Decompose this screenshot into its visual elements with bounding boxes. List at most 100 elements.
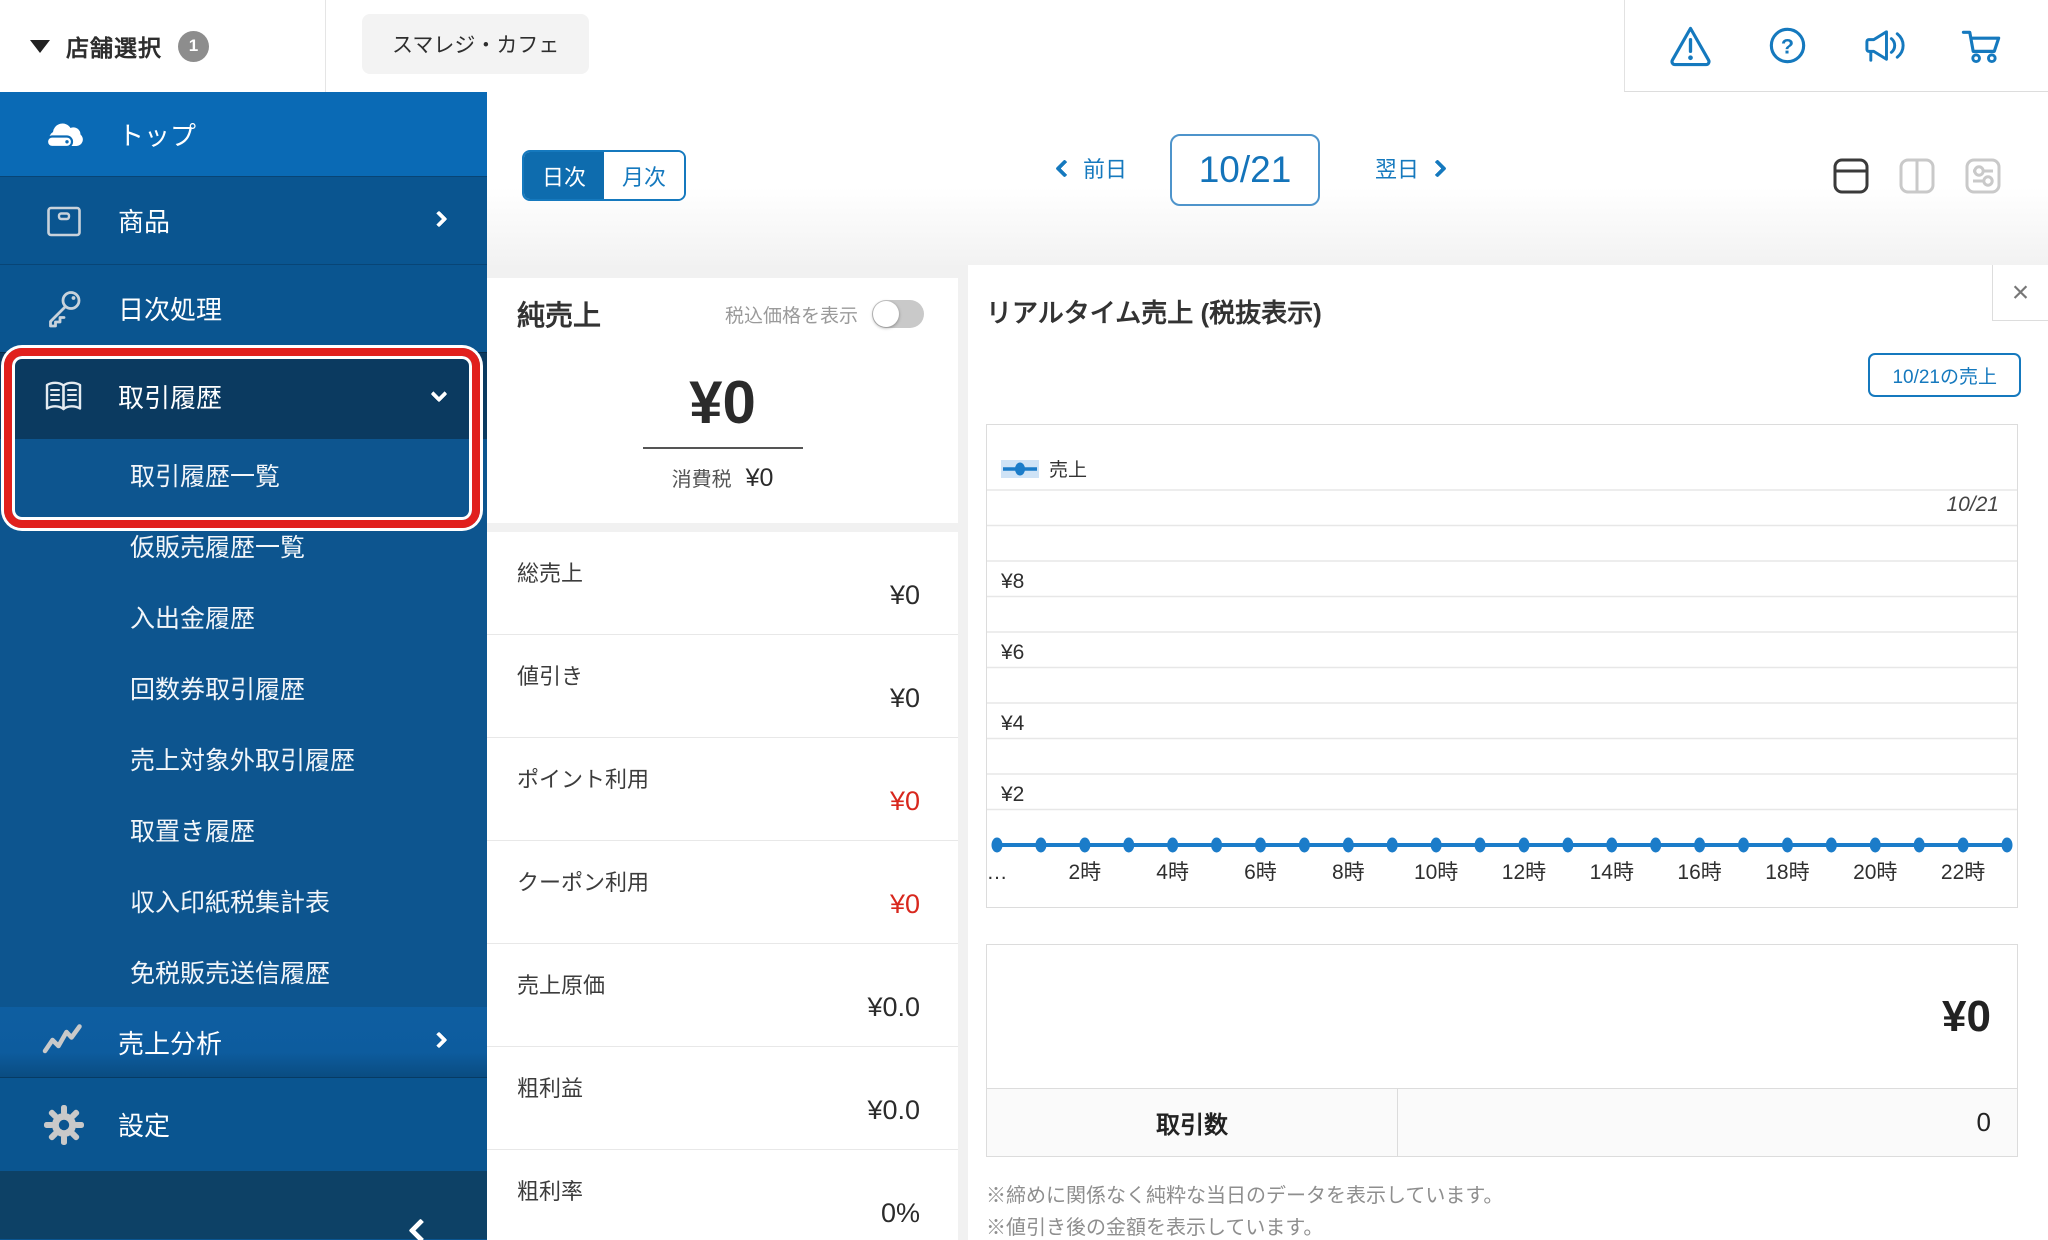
store-selector-label: 店舗選択 (66, 35, 162, 61)
sidebar-subitem-transaction-list[interactable]: 取引履歴一覧 (0, 439, 487, 510)
date-display[interactable]: 10/21 (1170, 134, 1320, 206)
day-sales-button[interactable]: 10/21の売上 (1868, 353, 2021, 397)
toggle-knob (873, 301, 899, 327)
stat-value: ¥0 (889, 580, 920, 610)
sidebar-subitem-layaway-history[interactable]: 取置き履歴 (0, 794, 487, 865)
chevron-right-icon (1428, 158, 1447, 178)
chart-plot-area: ¥8 ¥6 ¥4 ¥2 … 2時 4時 6時 8時 10時 12時 14時 16時 18時 20時 22時 (987, 489, 2017, 884)
chevron-down-icon (430, 385, 448, 403)
svg-text:8時: 8時 (1332, 861, 1365, 884)
sidebar-item-label: 売上分析 (118, 1028, 223, 1059)
store-selector[interactable]: 店舗選択 1 (30, 0, 209, 92)
layout-switcher (1832, 157, 2002, 195)
sidebar-subitem-stamp-tax-summary[interactable]: 収入印紙税集計表 (0, 865, 487, 936)
svg-text:16時: 16時 (1677, 861, 1721, 884)
chevron-right-icon (430, 1031, 448, 1049)
sidebar-subitem-provisional-sales-list[interactable]: 仮販売履歴一覧 (0, 510, 487, 581)
layout-settings-icon[interactable] (1964, 157, 2002, 195)
realtime-panel-title: リアルタイム売上 (税抜表示) (986, 298, 1322, 328)
svg-text:…: … (987, 861, 1008, 884)
tax-label: 消費税 (671, 469, 732, 491)
tax-display-toggle[interactable] (872, 300, 924, 328)
chevron-left-icon (1055, 158, 1074, 178)
next-day-label: 翌日 (1375, 157, 1420, 182)
footnotes: ※締めに関係なく純粋な当日のデータを表示しています。 ※値引き後の金額を表示して… (986, 1180, 1503, 1240)
app-screen: 店舗選択 1 スマレジ・カフェ ? トップ 商品 日次処理 取引履歴 取引履歴一… (0, 0, 2048, 1240)
sidebar-item-sales-analysis[interactable]: 売上分析 (0, 1007, 487, 1077)
stat-row-points-used: ポイント利用 ¥0 (487, 738, 958, 841)
tab-monthly[interactable]: 月次 (604, 152, 684, 199)
svg-text:¥8: ¥8 (1000, 570, 1024, 593)
svg-text:20時: 20時 (1853, 861, 1897, 884)
sidebar-collapse-bar[interactable] (0, 1171, 487, 1240)
net-sales-title: 純売上 (517, 300, 602, 331)
tax-value: ¥0 (745, 464, 774, 492)
sidebar-subitem-non-sales-transaction-history[interactable]: 売上対象外取引履歴 (0, 723, 487, 794)
announcement-icon[interactable] (1862, 22, 1909, 69)
realtime-sales-panel: × リアルタイム売上 (税抜表示) 10/21の売上 ¥8 ¥6 ¥4 ¥2 … 2時 4時… (968, 265, 2048, 1240)
subitem-label: 売上対象外取引履歴 (130, 746, 356, 775)
svg-text:¥6: ¥6 (1000, 641, 1024, 664)
sidebar-subitem-ticket-transaction-history[interactable]: 回数券取引履歴 (0, 652, 487, 723)
subitem-label: 入出金履歴 (130, 604, 256, 633)
sidebar-item-top[interactable]: トップ (0, 92, 487, 176)
tab-daily[interactable]: 日次 (524, 152, 604, 199)
cloud-icon (45, 123, 83, 149)
help-icon[interactable]: ? (1764, 22, 1811, 69)
svg-text:¥2: ¥2 (1000, 783, 1024, 806)
sidebar-item-settings[interactable]: 設定 (0, 1077, 487, 1171)
prev-day-button[interactable]: 前日 (1055, 152, 1127, 184)
next-day-button[interactable]: 翌日 (1375, 152, 1447, 184)
sidebar-item-label: 商品 (118, 207, 171, 237)
sidebar-item-transaction-history[interactable]: 取引履歴 (0, 352, 487, 439)
stat-value: ¥0 (889, 786, 920, 816)
svg-text:2時: 2時 (1068, 861, 1101, 884)
main-content: 日次 月次 前日 10/21 翌日 純売上 税込価格を表示 ¥0 消費税 ¥0 … (487, 92, 2048, 1240)
sidebar-subitem-tax-free-sales-history[interactable]: 免税販売送信履歴 (0, 936, 487, 1007)
stat-label: クーポン利用 (517, 870, 650, 895)
stat-label: ポイント利用 (517, 767, 650, 792)
box-icon (47, 206, 81, 236)
layout-horizontal-split-icon[interactable] (1832, 157, 1870, 195)
footnote-line: ※値引き後の金額を表示しています。 (986, 1217, 1324, 1239)
cart-icon[interactable] (1959, 22, 2006, 69)
svg-text:¥4: ¥4 (1000, 712, 1025, 735)
section-gap (487, 523, 958, 532)
sidebar-subitem-cash-in-out-history[interactable]: 入出金履歴 (0, 581, 487, 652)
svg-text:6時: 6時 (1244, 861, 1277, 884)
content-body: 純売上 税込価格を表示 ¥0 消費税 ¥0 総売上 ¥0 値引き ¥0 ポイント… (487, 265, 2048, 1240)
stat-row-gross-margin: 粗利率 0% (487, 1150, 958, 1240)
sidebar: トップ 商品 日次処理 取引履歴 取引履歴一覧 仮販売履歴一覧 入出金履歴 回数… (0, 92, 487, 1240)
topbar-icon-group: ? (1624, 0, 2048, 92)
stat-value: ¥0.0 (867, 1095, 920, 1125)
alert-icon[interactable] (1667, 22, 1714, 69)
close-button[interactable]: × (1992, 265, 2048, 321)
gear-icon (44, 1104, 84, 1145)
sidebar-item-label: 設定 (118, 1111, 171, 1141)
sidebar-item-daily-processing[interactable]: 日次処理 (0, 264, 487, 352)
total-underline (642, 447, 803, 449)
top-bar: 店舗選択 1 スマレジ・カフェ ? (0, 0, 2048, 92)
subitem-label: 取置き履歴 (130, 817, 256, 846)
svg-text:4時: 4時 (1156, 861, 1189, 884)
svg-text:14時: 14時 (1590, 861, 1634, 884)
sidebar-item-label: 日次処理 (118, 295, 223, 325)
stat-label: 売上原価 (517, 973, 606, 998)
transactions-value: 0 (1976, 1107, 1991, 1137)
svg-text:10時: 10時 (1414, 861, 1458, 884)
stat-row-coupons-used: クーポン利用 ¥0 (487, 841, 958, 944)
svg-text:12時: 12時 (1502, 861, 1546, 884)
net-sales-total: ¥0 (689, 369, 756, 436)
sidebar-item-products[interactable]: 商品 (0, 176, 487, 264)
sidebar-item-label: 取引履歴 (118, 382, 223, 413)
period-toggle: 日次 月次 (522, 150, 686, 201)
stat-label: 粗利益 (517, 1076, 584, 1101)
stat-value: ¥0 (889, 683, 920, 713)
tax-toggle-label: 税込価格を表示 (724, 305, 858, 327)
svg-text:18時: 18時 (1765, 861, 1809, 884)
stat-value: ¥0 (889, 889, 920, 919)
store-name-chip: スマレジ・カフェ (362, 14, 590, 74)
consumption-tax-line: 消費税 ¥0 (487, 463, 958, 493)
layout-vertical-split-icon[interactable] (1898, 157, 1936, 195)
content-header: 日次 月次 前日 10/21 翌日 (487, 92, 2048, 265)
